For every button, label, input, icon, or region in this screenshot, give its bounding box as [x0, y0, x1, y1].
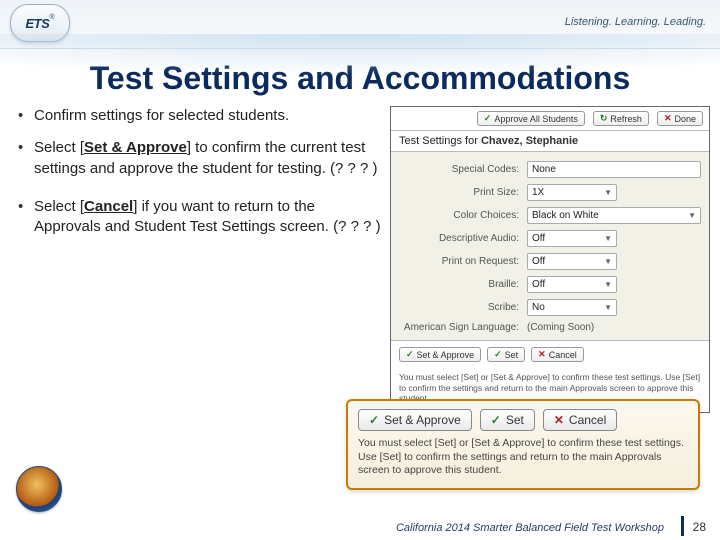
chevron-down-icon: ▼	[688, 211, 696, 220]
panel-heading-label: Test Settings for	[399, 135, 481, 147]
check-icon: ✓	[369, 413, 379, 427]
bullet-3-btn: Cancel	[84, 198, 133, 215]
check-icon: ✓	[494, 349, 502, 360]
setting-dropdown[interactable]: Off ▼	[527, 253, 617, 270]
setting-value: (Coming Soon)	[527, 322, 594, 333]
bullet-2: Select [Set & Approve] to confirm the cu…	[14, 138, 384, 179]
setting-label: Scribe:	[399, 302, 527, 313]
page-title: Test Settings and Accommodations	[0, 61, 720, 96]
footer-text: California 2014 Smarter Balanced Field T…	[396, 522, 664, 534]
setting-value: Black on White	[532, 210, 599, 221]
setting-row: Descriptive Audio: Off ▼	[399, 227, 701, 250]
bullet-3: Select [Cancel] if you want to return to…	[14, 197, 384, 238]
close-icon: ✕	[538, 349, 546, 360]
setting-dropdown: None	[527, 161, 701, 178]
refresh-icon: ↻	[600, 113, 608, 124]
student-name: Chavez, Stephanie	[481, 135, 578, 147]
ets-logo: ETS ®	[10, 4, 70, 42]
top-banner: ETS ® Listening. Learning. Leading.	[0, 0, 720, 49]
setting-dropdown[interactable]: 1X ▼	[527, 184, 617, 201]
close-icon: ✕	[554, 413, 564, 427]
callout-buttons: ✓ Set & Approve ✓ Set ✕ Cancel	[358, 409, 688, 431]
setting-label: American Sign Language:	[399, 322, 527, 333]
setting-row: Braille: Off ▼	[399, 273, 701, 296]
setting-value: Off	[532, 256, 545, 267]
set-approve-label: Set & Approve	[417, 350, 475, 360]
setting-value: Off	[532, 279, 545, 290]
done-label: Done	[674, 114, 696, 124]
cancel-button[interactable]: ✕ Cancel	[531, 347, 584, 362]
panel-heading: Test Settings for Chavez, Stephanie	[391, 131, 709, 152]
done-button[interactable]: ✕ Done	[657, 111, 703, 126]
chevron-down-icon: ▼	[604, 280, 612, 289]
callout-box: ✓ Set & Approve ✓ Set ✕ Cancel You must …	[346, 399, 700, 490]
setting-value: 1X	[532, 187, 544, 198]
body-columns: Confirm settings for selected students. …	[0, 106, 720, 413]
settings-panel: ✓ Approve All Students ↻ Refresh ✕ Done …	[390, 106, 710, 413]
refresh-label: Refresh	[610, 114, 642, 124]
ets-logo-text: ETS	[26, 16, 50, 31]
chevron-down-icon: ▼	[604, 257, 612, 266]
callout-cancel-button[interactable]: ✕ Cancel	[543, 409, 617, 431]
setting-dropdown[interactable]: Black on White ▼	[527, 207, 701, 224]
refresh-button[interactable]: ↻ Refresh	[593, 111, 649, 126]
panel-top-bar: ✓ Approve All Students ↻ Refresh ✕ Done	[391, 107, 709, 131]
close-icon: ✕	[664, 113, 672, 124]
setting-label: Descriptive Audio:	[399, 233, 527, 244]
setting-row: Print on Request: Off ▼	[399, 250, 701, 273]
setting-row: Special Codes: None	[399, 158, 701, 181]
approve-all-button[interactable]: ✓ Approve All Students	[477, 111, 585, 126]
right-column: ✓ Approve All Students ↻ Refresh ✕ Done …	[390, 106, 710, 413]
california-seal-icon	[16, 466, 62, 512]
setting-label: Special Codes:	[399, 164, 527, 175]
setting-value: None	[532, 164, 556, 175]
setting-value: No	[532, 302, 545, 313]
bullet-1: Confirm settings for selected students.	[14, 106, 384, 126]
check-icon: ✓	[484, 113, 492, 124]
setting-row: American Sign Language:(Coming Soon)	[399, 319, 701, 336]
setting-value: Off	[532, 233, 545, 244]
setting-label: Braille:	[399, 279, 527, 290]
callout-set-approve-button[interactable]: ✓ Set & Approve	[358, 409, 472, 431]
bullet-2-btn: Set & Approve	[84, 139, 187, 156]
check-icon: ✓	[406, 349, 414, 360]
setting-dropdown[interactable]: Off ▼	[527, 276, 617, 293]
tagline: Listening. Learning. Leading.	[565, 16, 706, 28]
chevron-down-icon: ▼	[604, 188, 612, 197]
page-number: 28	[693, 520, 706, 534]
setting-dropdown[interactable]: Off ▼	[527, 230, 617, 247]
bullet-1-text: Confirm settings for selected students.	[34, 107, 289, 124]
callout-set-approve-label: Set & Approve	[384, 413, 461, 427]
setting-label: Color Choices:	[399, 210, 527, 221]
cancel-label: Cancel	[549, 350, 577, 360]
setting-row: Color Choices: Black on White ▼	[399, 204, 701, 227]
approve-all-label: Approve All Students	[494, 114, 578, 124]
registered-mark: ®	[49, 14, 54, 21]
bullet-3-pre: Select [	[34, 198, 84, 215]
panel-actions: ✓ Set & Approve ✓ Set ✕ Cancel	[391, 340, 709, 368]
check-icon: ✓	[491, 413, 501, 427]
set-button[interactable]: ✓ Set	[487, 347, 525, 362]
setting-row: Print Size: 1X ▼	[399, 181, 701, 204]
setting-dropdown[interactable]: No ▼	[527, 299, 617, 316]
page-accent	[681, 516, 684, 536]
setting-row: Scribe: No ▼	[399, 296, 701, 319]
bullet-list: Confirm settings for selected students. …	[14, 106, 384, 237]
left-column: Confirm settings for selected students. …	[14, 106, 384, 413]
callout-set-label: Set	[506, 413, 524, 427]
setting-label: Print Size:	[399, 187, 527, 198]
setting-label: Print on Request:	[399, 256, 527, 267]
set-approve-button[interactable]: ✓ Set & Approve	[399, 347, 481, 362]
callout-note: You must select [Set] or [Set & Approve]…	[358, 437, 688, 478]
callout-cancel-label: Cancel	[569, 413, 606, 427]
callout-set-button[interactable]: ✓ Set	[480, 409, 535, 431]
chevron-down-icon: ▼	[604, 303, 612, 312]
settings-rows: Special Codes:NonePrint Size:1X▼Color Ch…	[391, 152, 709, 340]
set-label: Set	[505, 350, 519, 360]
chevron-down-icon: ▼	[604, 234, 612, 243]
bullet-2-pre: Select [	[34, 139, 84, 156]
